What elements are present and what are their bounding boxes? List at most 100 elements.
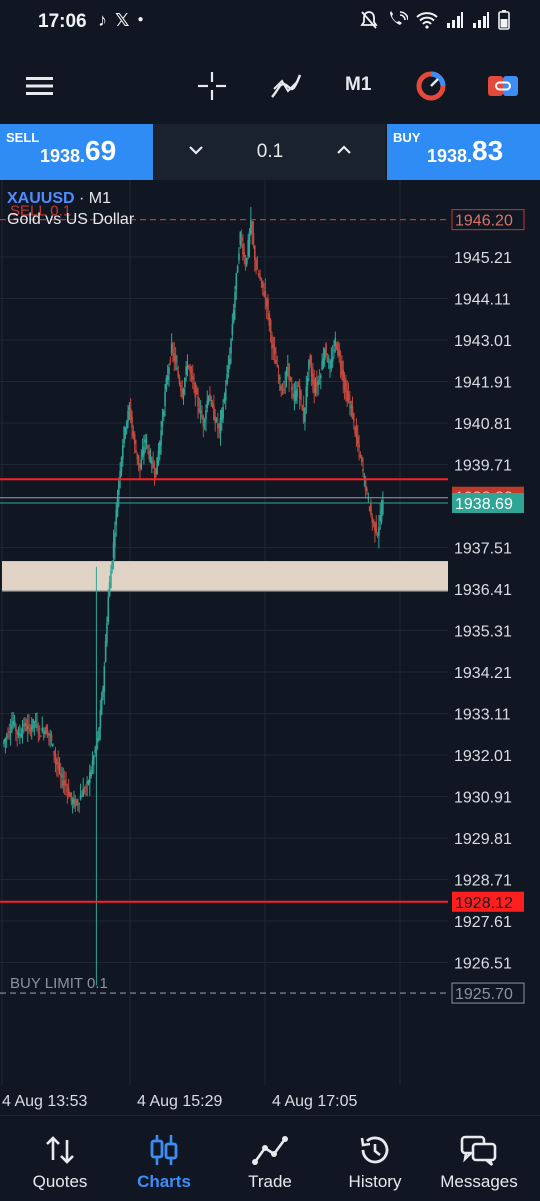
candle-body bbox=[240, 236, 243, 242]
candle-body bbox=[13, 720, 16, 725]
candle-body bbox=[304, 407, 306, 422]
candle-body bbox=[111, 561, 114, 570]
candle-body bbox=[259, 276, 261, 279]
candle-body bbox=[251, 221, 253, 234]
chart-symbol-title: XAUUSD · M1 bbox=[7, 190, 111, 208]
price-chart[interactable]: SELL 0.11946.201938.831938.691928.12BUY … bbox=[0, 180, 540, 1115]
candle-body bbox=[199, 410, 202, 413]
candle-body bbox=[170, 343, 173, 354]
candle-body bbox=[104, 641, 107, 662]
candle-body bbox=[177, 370, 180, 377]
candle-body bbox=[231, 324, 234, 336]
candle-body bbox=[137, 455, 140, 465]
chevron-up-icon[interactable] bbox=[334, 140, 354, 165]
candle-body bbox=[333, 349, 335, 352]
candle-body bbox=[103, 666, 106, 692]
candle-body bbox=[296, 388, 298, 397]
chart-timeframe: · M1 bbox=[79, 190, 112, 207]
indicators-icon[interactable] bbox=[268, 68, 304, 104]
nav-charts[interactable]: Charts bbox=[110, 1116, 218, 1201]
candle-body bbox=[41, 727, 44, 732]
nav-trade[interactable]: Trade bbox=[216, 1116, 324, 1201]
candle-body bbox=[190, 370, 193, 374]
candle-body bbox=[236, 266, 239, 273]
nav-quotes[interactable]: Quotes bbox=[6, 1116, 114, 1201]
candle-body bbox=[107, 596, 110, 622]
candle-body bbox=[32, 719, 34, 728]
wifi-call-icon bbox=[390, 11, 408, 25]
candle-body bbox=[174, 356, 177, 363]
sell-price-prefix: 1938. bbox=[40, 146, 86, 166]
buy-limit-price-tag-text: 1925.70 bbox=[455, 986, 513, 1003]
battery-icon bbox=[498, 10, 510, 30]
candle-body bbox=[100, 697, 103, 715]
candle-body bbox=[21, 728, 24, 736]
sell-price-pips: 69 bbox=[85, 135, 117, 166]
y-axis-tick-label: 1934.21 bbox=[454, 665, 512, 682]
candle-body bbox=[98, 728, 100, 740]
timeframe-button[interactable]: M1 bbox=[345, 74, 371, 96]
candle-body bbox=[147, 445, 149, 449]
nav-messages[interactable]: Messages bbox=[425, 1116, 533, 1201]
buy-button[interactable]: BUY 1938. 83 bbox=[387, 124, 540, 180]
signal-icon-2 bbox=[473, 12, 489, 28]
candle-body bbox=[378, 527, 380, 536]
candle-body bbox=[28, 723, 30, 726]
y-axis-tick-label: 1936.41 bbox=[454, 582, 512, 599]
history-clock-icon bbox=[360, 1136, 389, 1164]
candle-body bbox=[90, 769, 92, 777]
candle-body bbox=[349, 401, 351, 404]
candle-body bbox=[254, 245, 256, 260]
candle-body bbox=[226, 373, 228, 385]
bid-price-tag-text: 1938.69 bbox=[455, 496, 513, 513]
new-order-icon[interactable] bbox=[485, 68, 521, 104]
candle-body bbox=[75, 799, 78, 804]
candle-body bbox=[67, 787, 70, 797]
candle-body bbox=[272, 344, 275, 348]
candle-body bbox=[176, 367, 178, 370]
buy-price-pips: 83 bbox=[472, 135, 504, 166]
candle-body bbox=[172, 349, 174, 352]
candle-body bbox=[306, 378, 309, 386]
candle-body bbox=[169, 360, 172, 362]
one-click-trading-icon[interactable] bbox=[413, 68, 449, 104]
candle-body bbox=[37, 731, 40, 734]
nav-history[interactable]: History bbox=[321, 1116, 429, 1201]
candle-body bbox=[246, 257, 248, 264]
candle-body bbox=[309, 355, 312, 365]
candle-body bbox=[252, 233, 255, 244]
candle-body bbox=[178, 377, 181, 385]
candle-body bbox=[356, 437, 359, 445]
candle-body bbox=[227, 365, 230, 373]
candle-body bbox=[224, 388, 227, 401]
candle-body bbox=[50, 734, 53, 741]
candle-body bbox=[182, 388, 185, 398]
candle-body bbox=[58, 768, 61, 770]
y-axis-tick-label: 1943.01 bbox=[454, 333, 512, 350]
candle-body bbox=[305, 386, 308, 407]
notification-icons: ♪ 𝕏 ● bbox=[98, 10, 144, 31]
sell-button[interactable]: SELL 1938. 69 bbox=[0, 124, 153, 180]
candle-body bbox=[366, 489, 368, 492]
candle-body bbox=[235, 273, 238, 290]
price-chart-canvas[interactable]: SELL 0.11946.201938.831938.691928.12BUY … bbox=[0, 180, 540, 1115]
crosshair-icon[interactable] bbox=[194, 68, 230, 104]
candle-body bbox=[261, 280, 264, 288]
quotes-arrows-icon bbox=[46, 1136, 74, 1164]
chart-toolbar: M1 bbox=[0, 46, 540, 124]
candle-body bbox=[149, 456, 152, 461]
candle-body bbox=[143, 447, 145, 456]
nav-messages-label: Messages bbox=[440, 1172, 518, 1191]
candle-body bbox=[338, 349, 341, 356]
nav-trade-label: Trade bbox=[248, 1172, 292, 1191]
buy-label: BUY bbox=[393, 130, 421, 145]
menu-icon[interactable] bbox=[22, 68, 58, 104]
candle-body bbox=[52, 744, 54, 747]
candle-body bbox=[230, 339, 232, 354]
y-axis-tick-label: 1940.81 bbox=[454, 416, 512, 433]
candle-body bbox=[4, 738, 7, 742]
candle-body bbox=[145, 441, 148, 443]
candle-body bbox=[232, 309, 235, 323]
candle-body bbox=[280, 385, 282, 391]
candle-body bbox=[222, 406, 224, 419]
